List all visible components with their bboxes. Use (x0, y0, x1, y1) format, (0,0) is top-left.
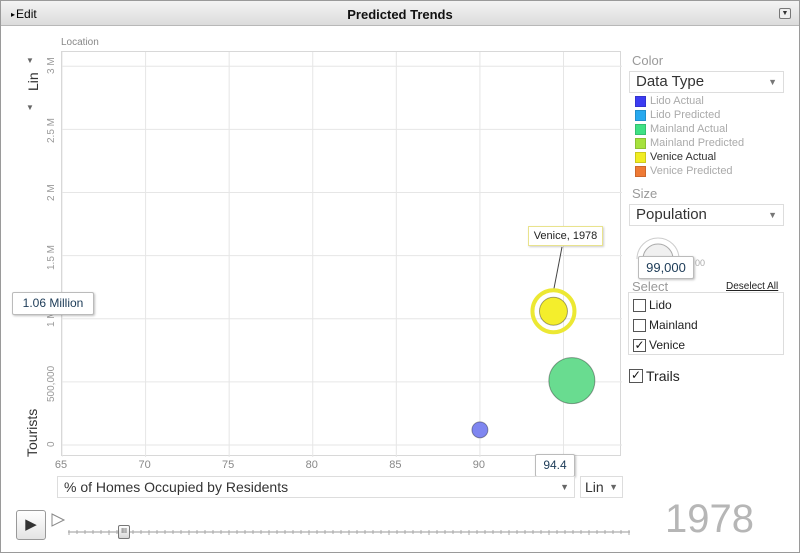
title-bar: ▸Edit Predicted Trends ▼ (1, 1, 799, 26)
x-scale-select[interactable]: Lin ▼ (580, 476, 623, 498)
legend-swatch (635, 123, 646, 135)
checkbox-lido[interactable] (633, 298, 646, 312)
checkbox-mainland[interactable] (633, 318, 646, 332)
entity-select-list: Lido Mainland ✓ Venice (628, 292, 784, 355)
size-scale-tail: 00 (695, 258, 706, 268)
legend-item[interactable]: Mainland Actual (635, 123, 728, 135)
x-tick-label: 90 (472, 459, 486, 471)
y-tick-label: 3 M (46, 57, 57, 75)
legend-item[interactable]: Venice Predicted (635, 165, 733, 177)
legend-label: Venice Actual (650, 151, 717, 163)
legend-item[interactable]: Venice Actual (635, 151, 716, 163)
x-axis-title: % of Homes Occupied by Residents (64, 479, 289, 495)
select-item-label: Venice (649, 338, 686, 352)
legend-item[interactable]: Mainland Predicted (635, 137, 744, 149)
legend-swatch (635, 109, 646, 121)
x-tick-label: 85 (389, 459, 402, 471)
deselect-all-link[interactable]: Deselect All (726, 281, 778, 292)
checkbox-venice[interactable]: ✓ (633, 338, 646, 352)
x-tick-label: 70 (138, 459, 151, 471)
color-select[interactable]: Data Type ▼ (629, 71, 784, 93)
chevron-down-icon[interactable]: ▼ (779, 8, 791, 19)
trails-toggle[interactable]: ✓ Trails (629, 368, 680, 384)
y-scale-caret-icon: ▼ (26, 56, 34, 65)
bubble-lido[interactable] (471, 421, 489, 439)
chevron-down-icon: ▼ (768, 210, 777, 220)
legend-swatch (635, 137, 646, 149)
y-scale-label: Lin (25, 72, 41, 91)
legend-label: Venice Predicted (650, 165, 733, 177)
play-icon: ▶ (25, 516, 37, 533)
plot-area[interactable] (61, 51, 622, 457)
chart-title: Predicted Trends (347, 7, 453, 22)
select-item-label: Lido (649, 298, 672, 312)
x-axis-select[interactable]: % of Homes Occupied by Residents ▼ (57, 476, 575, 498)
x-tick-label: 75 (222, 459, 235, 471)
time-slider-thumb[interactable]: III (118, 525, 130, 539)
x-tick-label: 80 (305, 459, 318, 471)
y-tick-label: 1.5 M (46, 244, 57, 270)
trails-label: Trails (646, 368, 680, 384)
x-scale-label: Lin (585, 479, 604, 495)
legend-label: Mainland Predicted (650, 137, 745, 149)
legend-swatch (635, 165, 646, 177)
year-display: 1978 (665, 497, 754, 541)
legend-item[interactable]: Lido Actual (635, 95, 704, 107)
legend-label: Mainland Actual (650, 123, 728, 135)
x-value-marker: 94.4 (535, 454, 575, 477)
trails-checkbox[interactable]: ✓ (629, 369, 643, 383)
bubble-mainland[interactable] (548, 357, 596, 405)
speed-triangle-icon (51, 513, 66, 527)
y-value-marker: 1.06 Million (12, 292, 94, 315)
select-item-venice[interactable]: ✓ Venice (633, 338, 685, 352)
y-axis-title[interactable]: Tourists (24, 409, 40, 457)
size-select-value: Population (636, 206, 707, 223)
color-label: Color (632, 53, 664, 68)
legend-swatch (635, 95, 646, 107)
size-select[interactable]: Population ▼ (629, 204, 784, 226)
chevron-down-icon: ▼ (609, 482, 618, 492)
select-item-mainland[interactable]: Mainland (633, 318, 698, 332)
select-item-lido[interactable]: Lido (633, 298, 672, 312)
y-axis-caret-icon[interactable]: ▼ (26, 103, 34, 112)
plot-svg (61, 52, 622, 457)
legend-item[interactable]: Lido Predicted (635, 109, 720, 121)
y-tick-label: 2 M (46, 183, 57, 201)
tooltip-connector (552, 246, 563, 292)
legend-swatch (635, 151, 646, 163)
speed-control-icon[interactable] (50, 512, 66, 528)
play-button[interactable]: ▶ (16, 510, 46, 540)
x-tick-label: 65 (54, 459, 68, 471)
select-item-label: Mainland (649, 318, 698, 332)
legend-label: Lido Actual (650, 95, 704, 107)
size-value-marker: 99,000 (638, 256, 694, 279)
y-tick-label: 500,000 (46, 365, 57, 402)
y-tick-label: 0 (46, 441, 57, 447)
motion-chart-frame: ▸Edit Predicted Trends ▼ Location ▼ Lin … (0, 0, 800, 553)
legend-label: Lido Predicted (650, 109, 721, 121)
chevron-down-icon: ▼ (560, 482, 569, 492)
color-select-value: Data Type (636, 73, 705, 90)
bubble-venice[interactable] (538, 296, 568, 326)
y-tick-label: 2.5 M (46, 118, 57, 144)
chevron-down-icon: ▼ (768, 77, 777, 87)
size-label: Size (632, 186, 658, 201)
time-slider-track[interactable] (68, 529, 633, 535)
bubble-tooltip: Venice, 1978 (528, 226, 603, 246)
y-axis-location-label: Location (61, 37, 99, 48)
